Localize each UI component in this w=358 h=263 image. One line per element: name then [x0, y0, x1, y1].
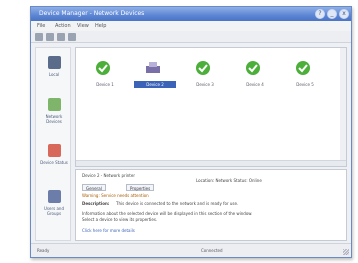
- detail-info: Location: Network Status: Online: [196, 178, 262, 183]
- device-label: Device 1: [96, 82, 114, 87]
- info-paragraph: Select a device to view its properties.: [82, 217, 158, 222]
- detail-name: Device 2 - Network printer: [82, 173, 135, 178]
- help-icon[interactable]: [68, 33, 76, 41]
- device-label: Device 2: [134, 81, 176, 88]
- toolbar: [31, 31, 351, 43]
- device-label: Device 4: [246, 82, 264, 87]
- sidebar-item-label: Local: [48, 72, 60, 77]
- menu-help[interactable]: Help: [95, 23, 106, 29]
- sidebar-item-label: Device Status: [40, 160, 68, 165]
- tab-general[interactable]: General: [82, 184, 106, 191]
- info-paragraph: Information about the selected device wi…: [82, 211, 253, 216]
- status-left: Ready: [37, 248, 50, 253]
- back-icon[interactable]: [35, 33, 43, 41]
- title-bar[interactable]: Device Manager - Network Devices ? _ x: [31, 7, 351, 21]
- device-item[interactable]: Device 3: [184, 60, 226, 92]
- sidebar-item-network-devices[interactable]: Network Devices: [38, 94, 70, 132]
- device-item[interactable]: Device 4: [234, 60, 276, 92]
- status-icon: [48, 144, 61, 157]
- horizontal-scrollbar[interactable]: [76, 160, 346, 166]
- menu-view[interactable]: View: [77, 23, 89, 29]
- device-item[interactable]: Device 1: [84, 60, 126, 92]
- sidebar: Local Network Devices Device Status User…: [35, 47, 71, 241]
- details-pane: Device 2 - Network printer Location: Net…: [75, 169, 347, 241]
- sidebar-item-label: Network Devices: [45, 114, 63, 124]
- menu-action[interactable]: Action: [55, 23, 71, 29]
- refresh-icon[interactable]: [57, 33, 65, 41]
- sidebar-item-local[interactable]: Local: [38, 52, 70, 90]
- status-bar: Ready Connected: [31, 243, 351, 257]
- status-middle: Connected: [201, 248, 223, 253]
- check-icon: [296, 61, 310, 75]
- main-window: Device Manager - Network Devices ? _ x F…: [30, 6, 352, 258]
- check-icon: [196, 61, 210, 75]
- network-icon: [48, 98, 61, 111]
- window-title: Device Manager - Network Devices: [39, 10, 145, 17]
- device-label: Device 3: [196, 82, 214, 87]
- check-icon: [96, 61, 110, 75]
- details-link[interactable]: Click here for more details: [82, 228, 135, 233]
- help-button[interactable]: ?: [315, 9, 325, 19]
- sidebar-item-label: Users and Groups: [44, 206, 64, 216]
- users-icon: [48, 190, 61, 203]
- resize-grip[interactable]: [343, 249, 349, 255]
- device-item[interactable]: Device 5: [284, 60, 326, 92]
- device-item-selected[interactable]: Device 2: [134, 60, 176, 92]
- device-panel: Device 1 Device 2 Device 3 Device 4 Devi…: [75, 47, 347, 167]
- vertical-scrollbar[interactable]: [340, 48, 346, 161]
- menu-bar: File Action View Help: [31, 21, 351, 31]
- printer-icon: [146, 62, 160, 73]
- description-title: Description:: [82, 201, 110, 206]
- menu-file[interactable]: File: [37, 23, 45, 29]
- close-button[interactable]: x: [339, 9, 349, 19]
- device-label: Device 5: [296, 82, 314, 87]
- status-warning: Warning: Service needs attention: [82, 193, 149, 198]
- computer-icon: [48, 56, 61, 69]
- description-text: This device is connected to the network …: [116, 201, 239, 206]
- forward-icon[interactable]: [46, 33, 54, 41]
- tab-properties[interactable]: Properties: [126, 184, 155, 191]
- sidebar-item-device-status[interactable]: Device Status: [38, 140, 70, 178]
- sidebar-item-users[interactable]: Users and Groups: [38, 186, 70, 224]
- check-icon: [246, 61, 260, 75]
- minimize-button[interactable]: _: [327, 9, 337, 19]
